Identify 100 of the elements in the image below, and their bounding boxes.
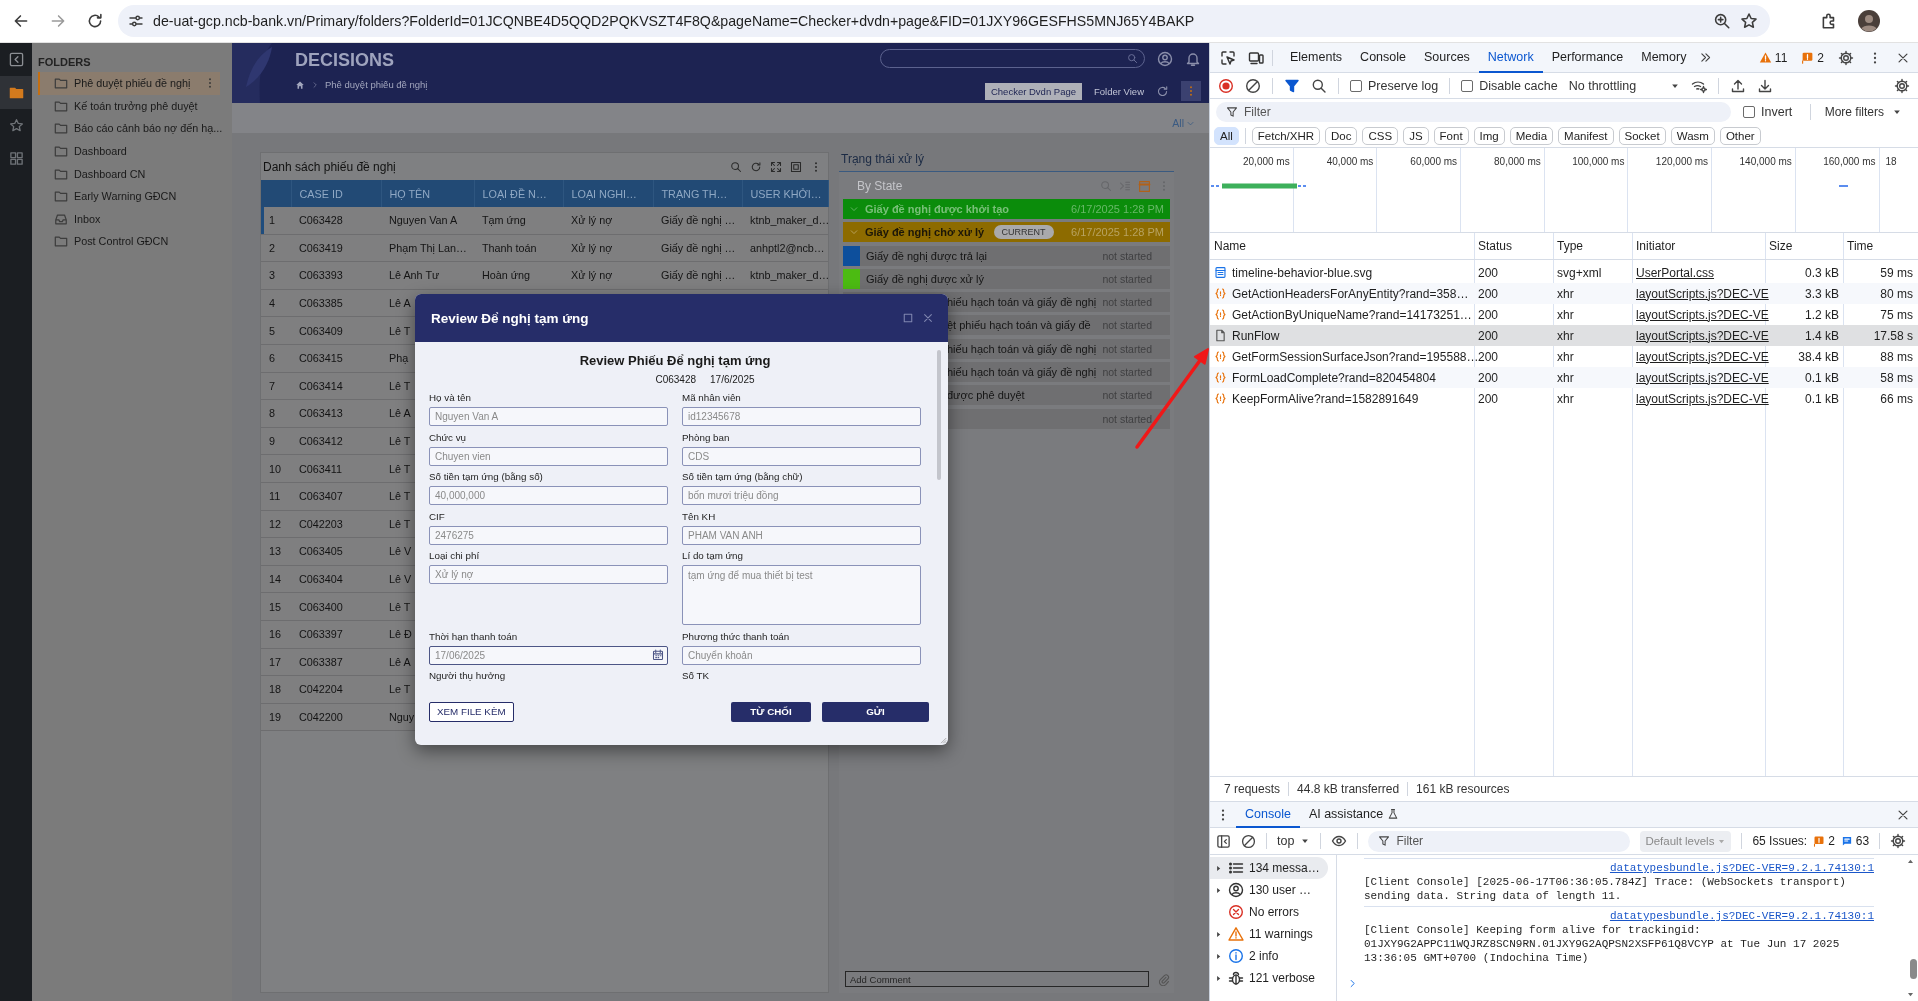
- row-number[interactable]: 11: [261, 482, 291, 511]
- export-icon[interactable]: [1757, 77, 1774, 94]
- throttling-dropdown[interactable]: No throttling: [1568, 78, 1681, 93]
- zoom-icon[interactable]: [1713, 12, 1731, 30]
- row-number[interactable]: 14: [261, 565, 291, 593]
- grid-icon[interactable]: [8, 151, 24, 166]
- type-filter-chip[interactable]: Fetch/XHR: [1251, 126, 1321, 145]
- record-icon[interactable]: [1218, 77, 1234, 94]
- comment-field[interactable]: Add Comment: [845, 971, 1149, 987]
- initiator-link[interactable]: layoutScripts.js?DEC-VE: [1636, 328, 1769, 343]
- type-filter-chip[interactable]: JS: [1403, 126, 1429, 145]
- folder-item[interactable]: Dashboard: [38, 139, 220, 163]
- device-toolbar-icon[interactable]: [1248, 49, 1264, 66]
- address-bar[interactable]: de-uat-gcp.ncb-bank.vn/Primary/folders?FolderId=01JCQNBE4D5QQD2PQKVSZT4F8Q&pageName=Checker+dvdn+page&FID=01JXY96GESFHS5MNJ65Y4BAKP: [118, 5, 1770, 37]
- collapse-icon[interactable]: [8, 52, 24, 67]
- scrollbar[interactable]: [937, 350, 941, 480]
- row-number[interactable]: 12: [261, 510, 291, 538]
- row-number[interactable]: 2: [261, 234, 291, 262]
- row-number[interactable]: 1: [261, 207, 291, 235]
- maximize-icon[interactable]: [902, 312, 914, 324]
- row-number[interactable]: 3: [261, 261, 291, 290]
- refresh-icon[interactable]: [1156, 84, 1169, 98]
- folder-item[interactable]: Inbox: [38, 207, 220, 231]
- row-number[interactable]: 19: [261, 703, 291, 731]
- source-link[interactable]: datatypesbundle.js?DEC-VER=9.2.1.74130:1: [1609, 910, 1874, 922]
- console-filter-item[interactable]: No errors: [1210, 901, 1328, 923]
- initiator-link[interactable]: layoutScripts.js?DEC-VE: [1636, 286, 1769, 301]
- checkbox[interactable]: [1461, 79, 1474, 92]
- row-number[interactable]: 17: [261, 648, 291, 676]
- close-icon[interactable]: [922, 312, 934, 324]
- devtools-tab[interactable]: Console: [1351, 42, 1415, 73]
- console-prompt-icon[interactable]: [1347, 978, 1358, 989]
- row-number[interactable]: 15: [261, 592, 291, 621]
- folder-item[interactable]: Early Warning GĐCN: [38, 184, 220, 208]
- request-row[interactable]: GetActionHeadersForAnyEntity?rand=358… 200 xhr layoutScripts.js?DEC-VE 3.3 kB 80 ms: [1210, 283, 1918, 304]
- row-number[interactable]: 6: [261, 344, 291, 373]
- folder-item[interactable]: Dashboard CN: [38, 162, 220, 185]
- notification-bell-icon[interactable]: [1185, 50, 1201, 67]
- filter-field[interactable]: Filter: [1216, 101, 1731, 122]
- console-filter-item[interactable]: 134 messa…: [1210, 857, 1328, 879]
- window-icon[interactable]: [790, 160, 802, 173]
- bookmark-star-icon[interactable]: [1740, 12, 1758, 30]
- folder-item[interactable]: Báo cáo cảnh báo nợ đến hạ...: [38, 117, 220, 140]
- folder-item[interactable]: Post Control GĐCN: [38, 230, 220, 253]
- request-row[interactable]: GetFormSessionSurfaceJson?rand=195588…200 xhr layoutScripts.js?DEC-VE 38.4 kB 88 ms: [1210, 346, 1918, 367]
- context-dropdown[interactable]: top: [1277, 834, 1311, 848]
- console-filter-item[interactable]: 121 verbose: [1210, 967, 1328, 989]
- back-icon[interactable]: [12, 12, 30, 30]
- request-row[interactable]: RunFlow 200 xhr layoutScripts.js?DEC-VE 1.4 kB 17.58 s: [1210, 325, 1918, 346]
- expand-arrow-icon[interactable]: [1214, 951, 1223, 961]
- scroll-up-icon[interactable]: [1906, 857, 1915, 866]
- calendar-icon[interactable]: [652, 649, 664, 661]
- request-row[interactable]: GetActionByUniqueName?rand=14173251… 200 xhr layoutScripts.js?DEC-VE 1.2 kB 75 ms: [1210, 304, 1918, 325]
- import-icon[interactable]: [1730, 77, 1747, 94]
- type-filter-chip[interactable]: Media: [1509, 126, 1554, 145]
- scroll-down-icon[interactable]: [1906, 990, 1915, 999]
- checkbox[interactable]: [1743, 105, 1755, 118]
- row-number[interactable]: 10: [261, 454, 291, 483]
- action-button[interactable]: GỬI: [822, 701, 929, 722]
- inspect-icon[interactable]: [1220, 49, 1236, 66]
- initiator-link[interactable]: layoutScripts.js?DEC-VE: [1636, 349, 1769, 364]
- profile-avatar[interactable]: [1858, 10, 1880, 32]
- user-icon[interactable]: [1157, 50, 1173, 67]
- console-filter-item[interactable]: 11 warnings: [1210, 923, 1328, 945]
- console-filter-item[interactable]: 130 user …: [1210, 879, 1328, 901]
- attachment-button[interactable]: XEM FILE KÈM: [429, 701, 514, 722]
- sidebar-toggle-icon[interactable]: [1216, 833, 1231, 849]
- folder-item[interactable]: Phê duyệt phiếu đề nghị: [38, 72, 220, 95]
- live-expression-icon[interactable]: [1331, 833, 1348, 849]
- page-button[interactable]: Checker Dvdn Page: [984, 82, 1082, 100]
- clear-icon[interactable]: [1245, 77, 1261, 94]
- type-filter-chip[interactable]: Socket: [1618, 126, 1666, 145]
- row-number[interactable]: 16: [261, 620, 291, 648]
- checkbox[interactable]: [1350, 79, 1362, 92]
- row-number[interactable]: 18: [261, 675, 291, 704]
- type-filter-chip[interactable]: Other: [1719, 126, 1761, 145]
- action-button[interactable]: TỪ CHỐI: [731, 701, 811, 722]
- request-row[interactable]: KeepFormAlive?rand=1582891649 200 xhr layoutScripts.js?DEC-VE 0.1 kB 66 ms: [1210, 388, 1918, 409]
- initiator-link[interactable]: UserPortal.css: [1636, 265, 1715, 280]
- resize-grip-icon[interactable]: [938, 735, 947, 744]
- site-settings-icon[interactable]: [128, 13, 144, 29]
- row-number[interactable]: 9: [261, 427, 291, 455]
- reload-icon[interactable]: [86, 12, 104, 30]
- expand-arrow-icon[interactable]: [1214, 973, 1223, 983]
- more-tabs-icon[interactable]: [1699, 51, 1713, 64]
- devtools-tab[interactable]: Performance: [1542, 42, 1633, 73]
- row-number[interactable]: 4: [261, 289, 291, 317]
- home-icon[interactable]: [295, 79, 305, 90]
- console-filter-field[interactable]: Filter: [1368, 830, 1631, 852]
- row-number[interactable]: 8: [261, 399, 291, 428]
- request-row[interactable]: timeline-behavior-blue.svg 200 svg+xml UserPortal.css 0.3 kB 59 ms: [1210, 262, 1918, 283]
- type-filter-chip[interactable]: Wasm: [1670, 126, 1715, 145]
- type-filter-chip[interactable]: Font: [1433, 126, 1469, 145]
- type-filter-chip[interactable]: CSS: [1362, 126, 1399, 145]
- expand-arrow-icon[interactable]: [1214, 863, 1223, 873]
- search-icon[interactable]: [1311, 77, 1327, 94]
- filter-icon[interactable]: [1284, 77, 1300, 94]
- scrollbar-thumb[interactable]: [1910, 959, 1917, 979]
- row-number[interactable]: 13: [261, 537, 291, 566]
- row-number[interactable]: 7: [261, 372, 291, 400]
